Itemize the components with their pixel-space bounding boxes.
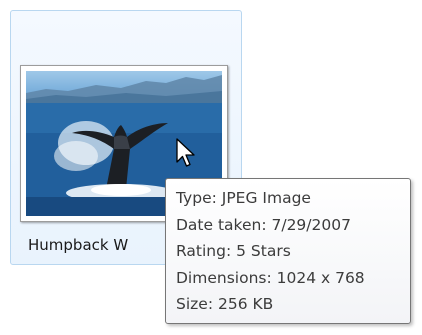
tooltip-dimensions: Dimensions: 1024 x 768 xyxy=(176,268,365,287)
file-info-tooltip: Type: JPEG Image Date taken: 7/29/2007 R… xyxy=(165,178,411,324)
tooltip-rating: Rating: 5 Stars xyxy=(176,242,291,260)
arrow-cursor-icon xyxy=(176,138,198,170)
tooltip-date-taken: Date taken: 7/29/2007 xyxy=(176,215,351,234)
tooltip-type: Type: JPEG Image xyxy=(176,189,311,207)
tooltip-size: Size: 256 KB xyxy=(176,295,274,313)
explorer-view: Humpback W Type: JPEG Image Date taken: … xyxy=(0,0,422,335)
